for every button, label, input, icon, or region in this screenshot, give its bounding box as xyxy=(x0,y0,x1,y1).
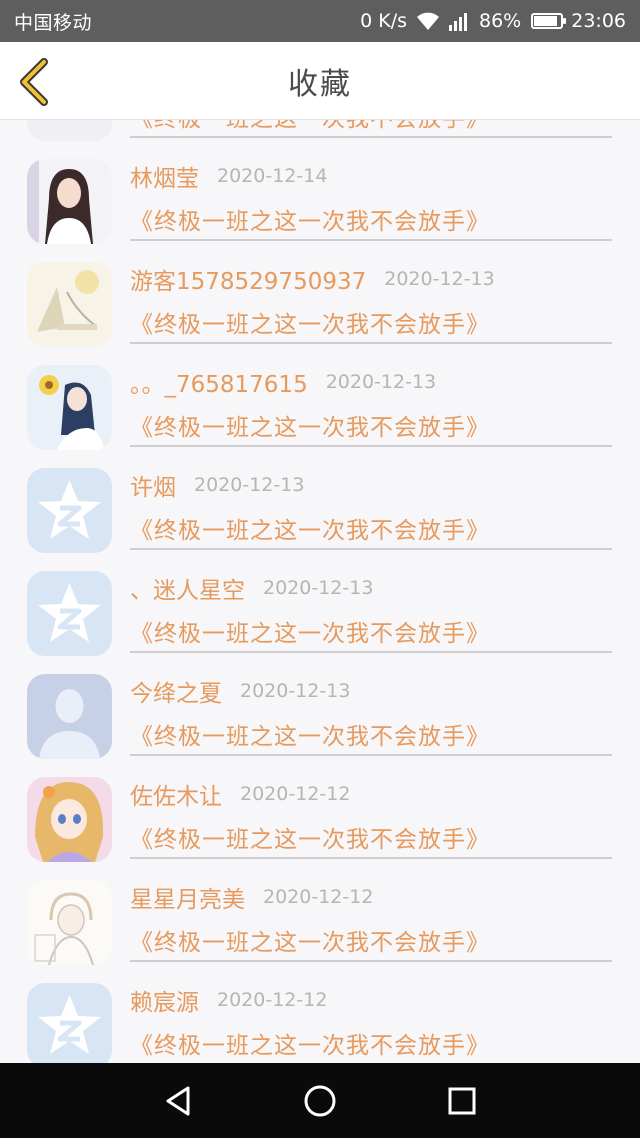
item-info: 《终极一班之这一次我不会放手》 xyxy=(130,120,612,133)
clock: 23:06 xyxy=(571,10,626,32)
item-header: 、迷人星空 2020-12-13 xyxy=(130,568,612,608)
row-divider xyxy=(130,651,612,653)
avatar[interactable] xyxy=(27,365,112,450)
item-header: 。。_765817615 2020-12-13 xyxy=(130,362,612,402)
user-name: 许烟 xyxy=(130,475,176,501)
signal-icon xyxy=(449,13,467,31)
battery-percent: 86% xyxy=(479,10,522,32)
list-item[interactable]: 游客1578529750937 2020-12-13 《终极一班之这一次我不会放手》 xyxy=(0,259,640,362)
item-info: 许烟 2020-12-13 《终极一班之这一次我不会放手》 xyxy=(130,465,612,545)
favorite-date: 2020-12-13 xyxy=(194,474,305,496)
list-item[interactable]: 赖宸源 2020-12-12 《终极一班之这一次我不会放手》 xyxy=(0,980,640,1064)
list-item[interactable]: 、迷人星空 2020-12-13 《终极一班之这一次我不会放手》 xyxy=(0,568,640,671)
battery-level xyxy=(534,16,557,26)
list-item[interactable]: 林烟莹 2020-12-14 《终极一班之这一次我不会放手》 xyxy=(0,156,640,259)
user-name: 、迷人星空 xyxy=(130,578,245,604)
item-header: 游客1578529750937 2020-12-13 xyxy=(130,259,612,299)
avatar[interactable] xyxy=(27,571,112,656)
row-divider xyxy=(130,239,612,241)
list-item[interactable]: 今绛之夏 2020-12-13 《终极一班之这一次我不会放手》 xyxy=(0,671,640,774)
item-info: 。。_765817615 2020-12-13 《终极一班之这一次我不会放手》 xyxy=(130,362,612,442)
status-right: 0 K/s 86% 23:06 xyxy=(360,10,626,32)
avatar[interactable] xyxy=(27,777,112,862)
avatar[interactable] xyxy=(27,159,112,244)
item-header: 佐佐木让 2020-12-12 xyxy=(130,774,612,814)
book-title-link[interactable]: 《终极一班之这一次我不会放手》 xyxy=(130,923,612,957)
book-title-link[interactable]: 《终极一班之这一次我不会放手》 xyxy=(130,408,612,442)
row-divider xyxy=(130,857,612,859)
status-bar: 中国移动 0 K/s 86% 23:06 xyxy=(0,0,640,42)
item-header: 赖宸源 2020-12-12 xyxy=(130,980,612,1020)
avatar[interactable] xyxy=(27,674,112,759)
user-name: 今绛之夏 xyxy=(130,681,222,707)
user-name: 游客1578529750937 xyxy=(130,269,367,295)
favorite-date: 2020-12-13 xyxy=(263,577,374,599)
list-item[interactable]: 星星月亮美 2020-12-12 《终极一班之这一次我不会放手》 xyxy=(0,877,640,980)
user-name: 佐佐木让 xyxy=(130,784,222,810)
user-name: 林烟莹 xyxy=(130,166,199,192)
favorite-date: 2020-12-12 xyxy=(217,989,328,1011)
book-title-link[interactable]: 《终极一班之这一次我不会放手》 xyxy=(130,120,612,133)
item-info: 今绛之夏 2020-12-13 《终极一班之这一次我不会放手》 xyxy=(130,671,612,751)
carrier-label: 中国移动 xyxy=(14,11,93,34)
avatar[interactable] xyxy=(27,468,112,553)
avatar[interactable] xyxy=(27,120,112,141)
wifi-icon xyxy=(417,12,439,30)
item-info: 游客1578529750937 2020-12-13 《终极一班之这一次我不会放手》 xyxy=(130,259,612,339)
avatar[interactable] xyxy=(27,880,112,965)
item-info: 星星月亮美 2020-12-12 《终极一班之这一次我不会放手》 xyxy=(130,877,612,957)
book-title-link[interactable]: 《终极一班之这一次我不会放手》 xyxy=(130,305,612,339)
favorite-date: 2020-12-12 xyxy=(240,783,351,805)
book-title-link[interactable]: 《终极一班之这一次我不会放手》 xyxy=(130,511,612,545)
item-header: 今绛之夏 2020-12-13 xyxy=(130,671,612,711)
list-item[interactable]: 《终极一班之这一次我不会放手》 xyxy=(0,120,640,156)
row-divider xyxy=(130,754,612,756)
item-info: 、迷人星空 2020-12-13 《终极一班之这一次我不会放手》 xyxy=(130,568,612,648)
favorite-date: 2020-12-12 xyxy=(263,886,374,908)
item-header: 许烟 2020-12-13 xyxy=(130,465,612,505)
user-name: 星星月亮美 xyxy=(130,887,245,913)
header-bar: 收藏 xyxy=(0,42,640,120)
item-info: 赖宸源 2020-12-12 《终极一班之这一次我不会放手》 xyxy=(130,980,612,1060)
row-divider xyxy=(130,960,612,962)
item-info: 佐佐木让 2020-12-12 《终极一班之这一次我不会放手》 xyxy=(130,774,612,854)
network-speed: 0 K/s xyxy=(360,10,407,32)
circle-home-icon[interactable] xyxy=(302,1083,338,1119)
row-divider xyxy=(130,548,612,550)
page-title: 收藏 xyxy=(288,66,352,102)
battery-icon xyxy=(531,13,567,29)
list-item[interactable]: 许烟 2020-12-13 《终极一班之这一次我不会放手》 xyxy=(0,465,640,568)
square-recents-icon[interactable] xyxy=(444,1083,480,1119)
item-header: 星星月亮美 2020-12-12 xyxy=(130,877,612,917)
system-nav-bar xyxy=(0,1063,640,1138)
book-title-link[interactable]: 《终极一班之这一次我不会放手》 xyxy=(130,717,612,751)
item-header: 林烟莹 2020-12-14 xyxy=(130,156,612,196)
list-item[interactable]: 。。_765817615 2020-12-13 《终极一班之这一次我不会放手》 xyxy=(0,362,640,465)
book-title-link[interactable]: 《终极一班之这一次我不会放手》 xyxy=(130,820,612,854)
favorite-date: 2020-12-13 xyxy=(240,680,351,702)
favorite-date: 2020-12-13 xyxy=(325,371,437,393)
avatar[interactable] xyxy=(27,262,112,347)
book-title-link[interactable]: 《终极一班之这一次我不会放手》 xyxy=(130,1026,612,1060)
user-name: 。。_765817615 xyxy=(130,372,308,398)
avatar[interactable] xyxy=(27,983,112,1064)
favorite-date: 2020-12-14 xyxy=(217,165,328,187)
user-name: 赖宸源 xyxy=(130,990,199,1016)
favorite-date: 2020-12-13 xyxy=(384,268,495,290)
book-title-link[interactable]: 《终极一班之这一次我不会放手》 xyxy=(130,202,612,236)
favorites-list: 《终极一班之这一次我不会放手》林烟莹2020-12-14《终极一班之这一次我不会… xyxy=(0,120,640,1064)
back-chevron-icon[interactable] xyxy=(16,58,56,106)
row-divider xyxy=(130,342,612,344)
row-divider xyxy=(130,445,612,447)
item-info: 林烟莹 2020-12-14 《终极一班之这一次我不会放手》 xyxy=(130,156,612,236)
row-divider xyxy=(130,136,612,138)
list-item[interactable]: 佐佐木让 2020-12-12 《终极一班之这一次我不会放手》 xyxy=(0,774,640,877)
book-title-link[interactable]: 《终极一班之这一次我不会放手》 xyxy=(130,614,612,648)
triangle-back-icon[interactable] xyxy=(160,1083,196,1119)
